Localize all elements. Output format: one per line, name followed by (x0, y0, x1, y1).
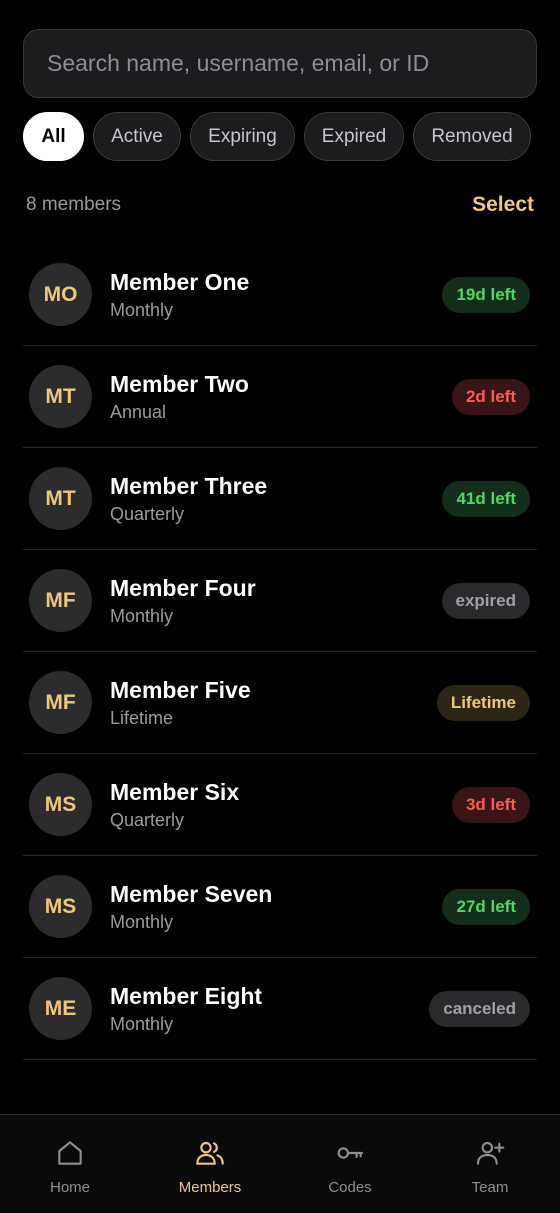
filter-chips: All Active Expiring Expired Removed (23, 112, 531, 161)
tab-home[interactable]: Home (0, 1115, 140, 1213)
member-plan: Quarterly (110, 810, 185, 830)
status-badge: 41d left (442, 480, 530, 517)
member-name: Member Six (110, 779, 240, 805)
member-name: Member Eight (110, 983, 263, 1009)
member-row[interactable]: MT Member Three Quarterly 41d left (23, 448, 537, 550)
tab-bar: Home Members Codes Team (0, 1114, 560, 1213)
member-name: Member Four (110, 575, 256, 601)
avatar: MO (29, 263, 92, 326)
filter-chip-expired[interactable]: Expired (304, 112, 404, 161)
member-row[interactable]: MO Member One Monthly 19d left (23, 244, 537, 346)
search-input[interactable] (45, 49, 515, 78)
member-row[interactable]: ME Member Eight Monthly canceled (23, 958, 537, 1060)
member-name: Member Three (110, 473, 268, 499)
status-badge: Lifetime (436, 684, 530, 721)
tab-team[interactable]: Team (420, 1115, 560, 1213)
member-plan: Monthly (110, 1014, 174, 1034)
select-button[interactable]: Select (472, 193, 534, 217)
member-name: Member Two (110, 371, 249, 397)
member-plan: Lifetime (110, 708, 174, 728)
member-name: Member One (110, 269, 250, 295)
member-plan: Monthly (110, 912, 174, 932)
member-plan: Monthly (110, 300, 174, 320)
member-list: MO Member One Monthly 19d left MT Member … (23, 244, 537, 1060)
tab-label: Team (471, 1179, 509, 1196)
member-row[interactable]: MS Member Six Quarterly 3d left (23, 754, 537, 856)
tab-label: Codes (328, 1179, 372, 1196)
member-plan: Quarterly (110, 504, 185, 524)
status-badge: 27d left (442, 888, 530, 925)
member-name: Member Seven (110, 881, 273, 907)
add-person-icon (476, 1141, 505, 1165)
member-name: Member Five (110, 677, 251, 703)
avatar: MT (29, 365, 92, 428)
member-count: 8 members (26, 194, 122, 215)
member-row[interactable]: MF Member Five Lifetime Lifetime (23, 652, 537, 754)
member-plan: Annual (110, 402, 167, 422)
avatar: MS (29, 773, 92, 836)
key-icon (337, 1147, 364, 1159)
tab-codes[interactable]: Codes (280, 1115, 420, 1213)
avatar: MS (29, 875, 92, 938)
status-badge: expired (441, 582, 530, 619)
member-plan: Monthly (110, 606, 174, 626)
status-badge: canceled (429, 990, 530, 1027)
members-icon (196, 1141, 224, 1165)
filter-chip-removed[interactable]: Removed (413, 112, 531, 161)
avatar: MF (29, 671, 92, 734)
member-row[interactable]: MS Member Seven Monthly 27d left (23, 856, 537, 958)
avatar: ME (29, 977, 92, 1040)
tab-label: Members (178, 1179, 242, 1196)
search-field[interactable] (23, 29, 537, 98)
tab-label: Home (49, 1179, 90, 1196)
member-row[interactable]: MT Member Two Annual 2d left (23, 346, 537, 448)
avatar: MF (29, 569, 92, 632)
status-badge: 19d left (442, 276, 530, 313)
tab-members[interactable]: Members (140, 1115, 280, 1213)
status-badge: 3d left (451, 786, 530, 823)
avatar: MT (29, 467, 92, 530)
home-icon (58, 1141, 82, 1165)
status-badge: 2d left (451, 378, 530, 415)
filter-chip-active[interactable]: Active (93, 112, 181, 161)
member-row[interactable]: MF Member Four Monthly expired (23, 550, 537, 652)
filter-chip-expiring[interactable]: Expiring (190, 112, 295, 161)
filter-chip-all[interactable]: All (23, 112, 84, 161)
